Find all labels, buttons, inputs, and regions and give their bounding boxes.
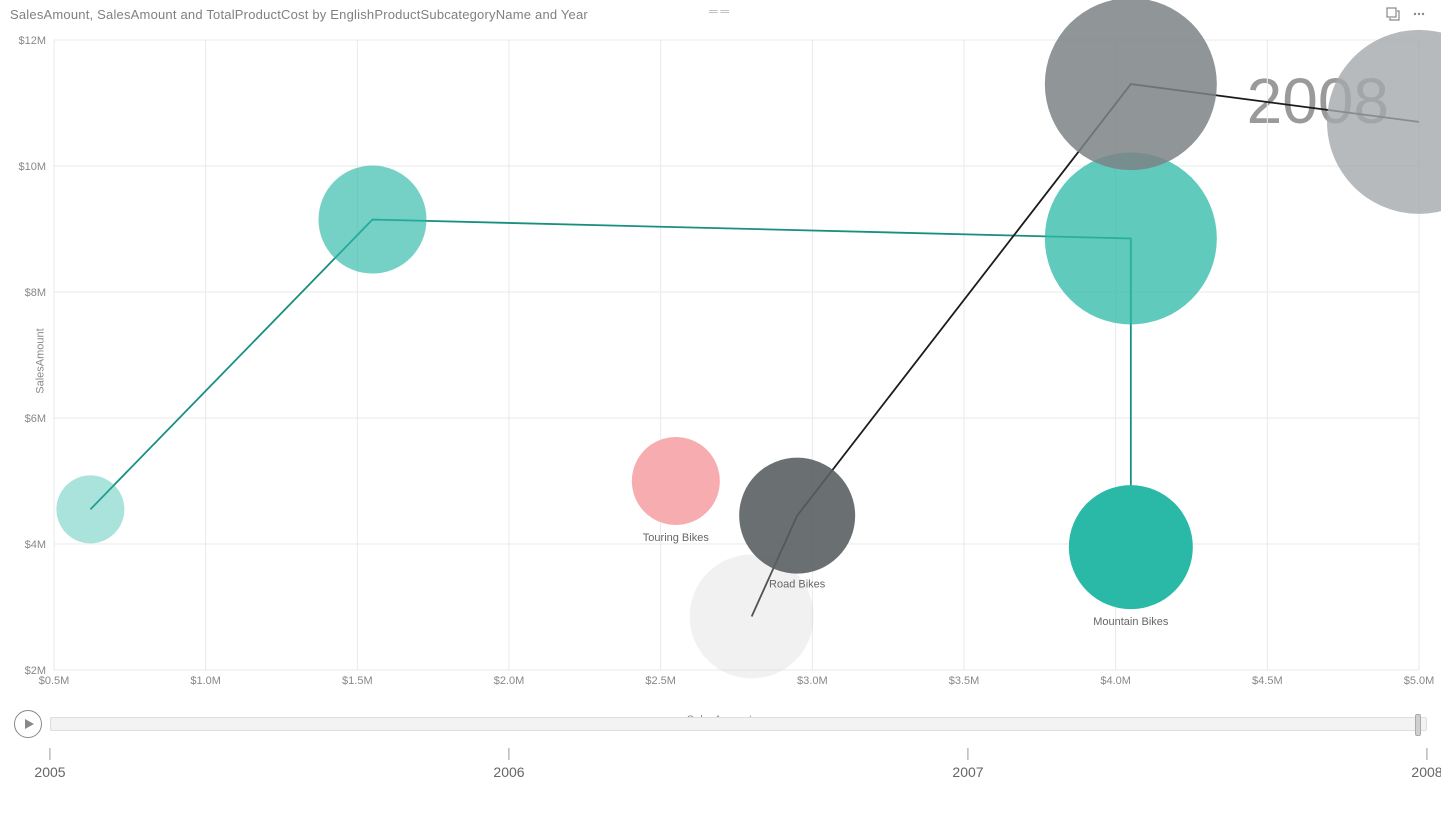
trace-mountain-bikes [90,220,1130,548]
timeline-handle[interactable] [1415,714,1421,736]
timeline-year-label: 2008 [1411,764,1441,780]
plot-area[interactable]: SalesAmount 2008 $0.5M$1.0M$1.5M$2.0M$2.… [10,28,1429,694]
bubble-touring-bikes[interactable] [632,437,720,525]
svg-text:$5.0M: $5.0M [1404,675,1435,687]
timeline-year-tick[interactable]: 2007 [952,748,983,780]
play-button[interactable] [14,710,42,738]
play-axis: 2005200620072008 [14,710,1427,796]
bubble-road-bikes[interactable] [1327,30,1441,214]
svg-text:$2.5M: $2.5M [645,675,676,687]
svg-text:$4M: $4M [25,539,46,551]
focus-mode-icon[interactable] [1385,6,1401,22]
timeline-year-label: 2006 [493,764,524,780]
svg-text:$8M: $8M [25,287,46,299]
svg-text:$3.0M: $3.0M [797,675,828,687]
bubble-mountain-bikes[interactable] [1045,152,1217,324]
scatter-chart[interactable]: $0.5M$1.0M$1.5M$2.0M$2.5M$3.0M$3.5M$4.0M… [10,28,1429,694]
chart-title: SalesAmount, SalesAmount and TotalProduc… [10,7,588,22]
bubble-mountain-bikes[interactable] [56,475,124,543]
timeline-ticks: 2005200620072008 [50,748,1427,784]
svg-text:$6M: $6M [25,413,46,425]
svg-text:$4.0M: $4.0M [1100,675,1131,687]
timeline-year-label: 2007 [952,764,983,780]
bubble-label: Mountain Bikes [1093,616,1169,628]
svg-text:$2M: $2M [25,665,46,677]
svg-text:$1.0M: $1.0M [190,675,221,687]
visual-grip-icon[interactable]: ══ [709,4,732,18]
svg-text:$2.0M: $2.0M [494,675,525,687]
svg-text:$1.5M: $1.5M [342,675,373,687]
timeline-year-tick[interactable]: 2008 [1411,748,1441,780]
svg-text:$10M: $10M [18,161,46,173]
svg-text:$4.5M: $4.5M [1252,675,1283,687]
timeline-year-tick[interactable]: 2005 [34,748,65,780]
timeline-year-tick[interactable]: 2006 [493,748,524,780]
timeline-slider[interactable] [50,717,1427,731]
bubble-mountain-bikes[interactable] [319,166,427,274]
bubble-mountain-bikes[interactable] [1069,485,1193,609]
svg-text:$12M: $12M [18,35,46,47]
timeline-year-label: 2005 [34,764,65,780]
bubble-label: Touring Bikes [643,532,710,544]
bubble-road-bikes[interactable] [1045,0,1217,170]
more-options-icon[interactable] [1411,6,1427,22]
svg-text:$3.5M: $3.5M [949,675,980,687]
bubble-road-bikes[interactable] [739,458,855,574]
